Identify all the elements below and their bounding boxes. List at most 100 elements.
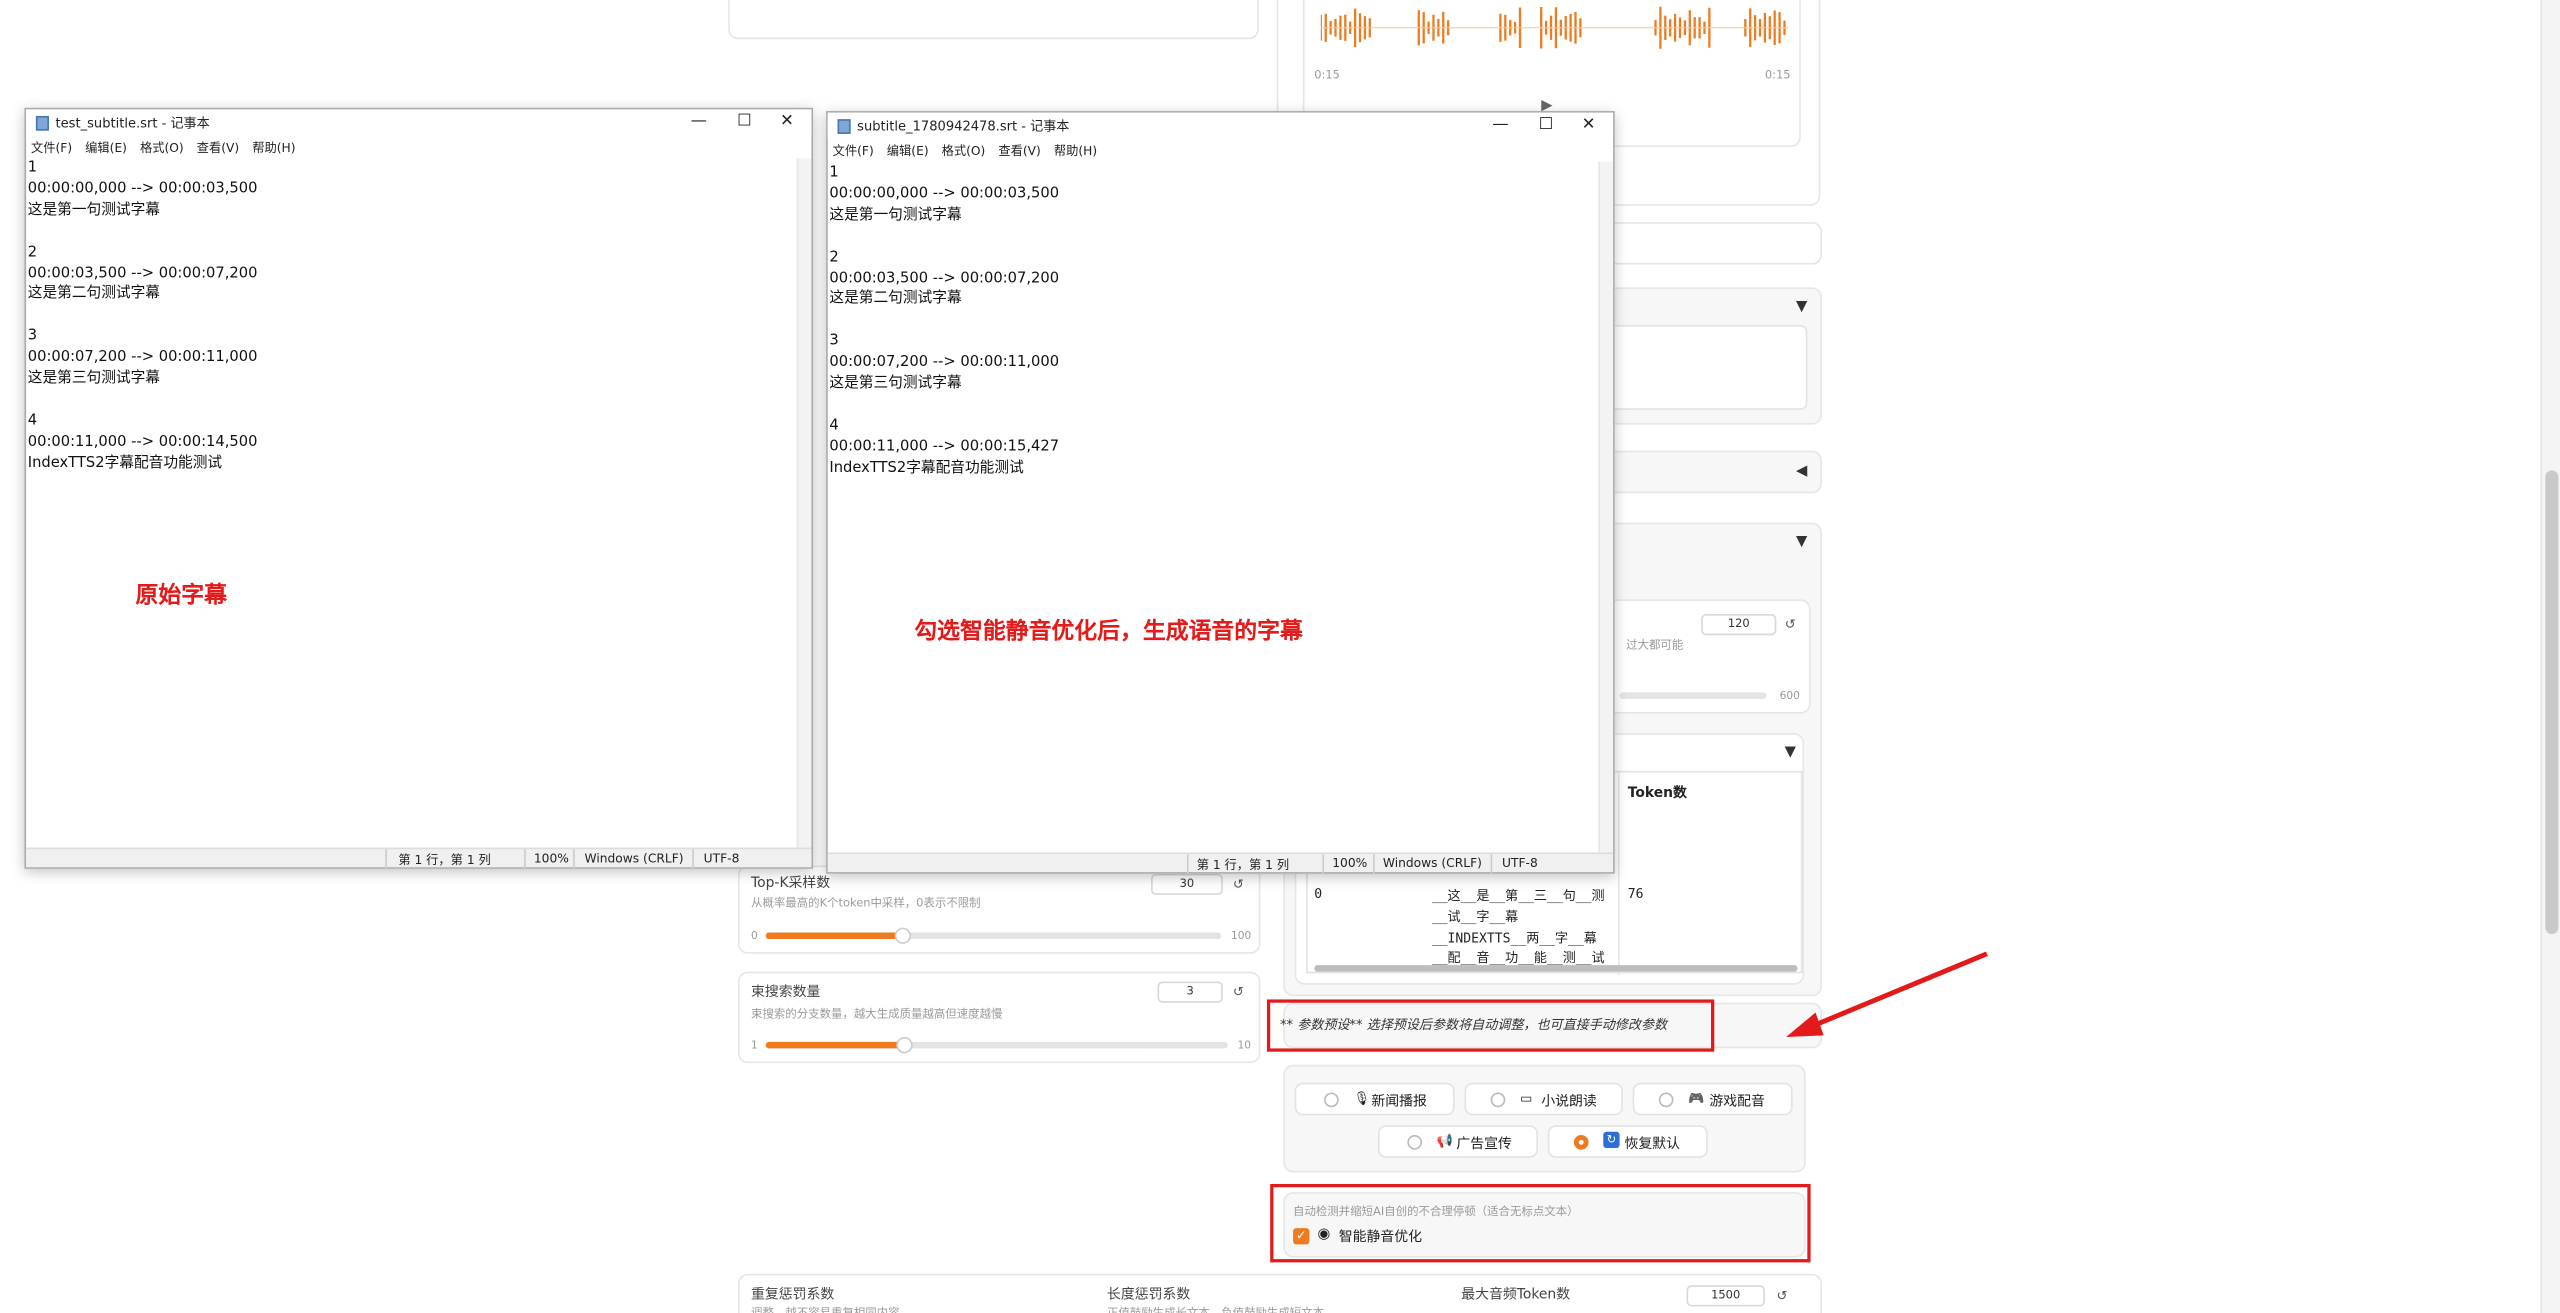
- maximize-icon[interactable]: ☐: [1525, 114, 1567, 137]
- rep-penalty-hint: 调整，越不容易重复相同内容: [751, 1306, 900, 1313]
- token-line: __INDEXTTS__两__字__幕: [1431, 930, 1597, 945]
- topk-slider[interactable]: [765, 927, 1222, 944]
- len-penalty-hint: 正值鼓励生成长文本，负值鼓励生成短文本: [1106, 1306, 1325, 1313]
- notepad-text-area[interactable]: 1 00:00:00,000 --> 00:00:03,500 这是第一句测试字…: [28, 158, 795, 844]
- topk-hint: 从概率最高的K个token中采样，0表示不限制: [751, 896, 981, 910]
- preset-ad[interactable]: 📢 广告宣传: [1377, 1125, 1538, 1158]
- notepad-statusbar: 第 1 行，第 1 列 100% Windows (CRLF) UTF-8: [827, 852, 1614, 874]
- restore-icon: ↻: [1603, 1131, 1620, 1149]
- beam-max: 10: [1237, 1038, 1252, 1052]
- menu-help[interactable]: 帮助(H): [1054, 144, 1097, 159]
- notepad-statusbar: 第 1 行，第 1 列 100% Windows (CRLF) UTF-8: [26, 847, 812, 869]
- menu-view[interactable]: 查看(V): [197, 140, 239, 155]
- notepad-menubar: 文件(F) 编辑(E) 格式(O) 查看(V) 帮助(H): [833, 142, 1111, 160]
- notepad-titlebar[interactable]: subtitle_1780942478.srt - 记事本 — ☐ ✕: [827, 112, 1614, 139]
- max-token-value[interactable]: 1500: [1686, 1285, 1765, 1307]
- token-count: 76: [1627, 886, 1644, 902]
- highlight-box-presets: [1266, 999, 1715, 1052]
- close-icon[interactable]: ✕: [766, 111, 808, 134]
- beam-slider[interactable]: [765, 1037, 1228, 1054]
- topk-value[interactable]: 30: [1151, 873, 1223, 895]
- preset-ad-label: 广告宣传: [1456, 1136, 1512, 1153]
- token-line: __这__是__第__三__句__测: [1431, 888, 1605, 904]
- beam-hint: 束搜索的分支数量，越大生成质量越高但速度越慢: [751, 1007, 1003, 1021]
- radio-novel[interactable]: [1490, 1092, 1506, 1108]
- status-eol: Windows (CRLF): [584, 850, 684, 866]
- status-zoom: 100%: [1332, 855, 1368, 871]
- token-line: __试__字__幕: [1431, 909, 1519, 924]
- minimize-icon[interactable]: —: [678, 111, 720, 134]
- preset-default[interactable]: ↻ 恢复默认: [1547, 1125, 1708, 1158]
- preset-game[interactable]: 🎮 游戏配音: [1632, 1082, 1793, 1116]
- minimize-icon[interactable]: —: [1479, 114, 1521, 137]
- chevron-down-icon[interactable]: ▼: [1796, 299, 1807, 315]
- right-slider-track[interactable]: [1619, 692, 1767, 699]
- notepad-scrollbar[interactable]: [796, 158, 812, 848]
- beam-min: 1: [751, 1038, 758, 1052]
- preset-news-label: 新闻播报: [1371, 1094, 1427, 1111]
- menu-file[interactable]: 文件(F): [833, 144, 874, 159]
- chevron-left-icon[interactable]: ◀: [1796, 464, 1807, 480]
- chevron-down-icon[interactable]: ▼: [1785, 745, 1796, 761]
- notepad-title: subtitle_1780942478.srt - 记事本: [857, 119, 1070, 134]
- beam-slider-handle[interactable]: [896, 1037, 913, 1054]
- status-encoding: UTF-8: [703, 850, 740, 866]
- close-icon[interactable]: ✕: [1567, 114, 1609, 137]
- menu-format[interactable]: 格式(O): [140, 140, 184, 155]
- token-column-header: Token数: [1627, 785, 1687, 802]
- topk-slider-fill: [765, 932, 903, 940]
- page-scrollbar-thumb[interactable]: [2545, 470, 2559, 935]
- len-penalty-label: 长度惩罚系数: [1106, 1286, 1191, 1304]
- preset-novel[interactable]: ▭ 小说朗读: [1464, 1082, 1623, 1116]
- radio-news[interactable]: [1324, 1092, 1339, 1108]
- preset-game-label: 游戏配音: [1709, 1094, 1765, 1111]
- radio-ad[interactable]: [1407, 1134, 1423, 1150]
- row-index: 0: [1314, 886, 1323, 902]
- notepad-window-original: test_subtitle.srt - 记事本 — ☐ ✕ 文件(F) 编辑(E)…: [24, 107, 814, 869]
- gamepad-icon: 🎮: [1688, 1090, 1705, 1106]
- preset-news[interactable]: 🎙 新闻播报: [1294, 1082, 1455, 1116]
- preset-novel-label: 小说朗读: [1541, 1094, 1597, 1111]
- menu-file[interactable]: 文件(F): [31, 140, 72, 155]
- menu-format[interactable]: 格式(O): [942, 144, 986, 159]
- right-slider-value[interactable]: 120: [1701, 614, 1777, 636]
- token-list: __这__是__第__三__句__测 __试__字__幕 __INDEXTTS_…: [1432, 887, 1605, 971]
- reset-icon[interactable]: ↺: [1780, 614, 1801, 635]
- microphone-icon: 🎙: [1353, 1090, 1371, 1106]
- menu-edit[interactable]: 编辑(E): [887, 144, 929, 159]
- menu-edit[interactable]: 编辑(E): [85, 140, 127, 155]
- reset-icon[interactable]: ↺: [1228, 981, 1249, 1002]
- notepad-text-area[interactable]: 1 00:00:00,000 --> 00:00:03,500 这是第一句测试字…: [829, 163, 1596, 849]
- reset-icon[interactable]: ↺: [1228, 874, 1249, 895]
- topk-max: 100: [1231, 929, 1252, 943]
- radio-default[interactable]: [1573, 1134, 1589, 1150]
- beam-card: 束搜索数量 束搜索的分支数量，越大生成质量越高但速度越慢 3 ↺ 1 10: [737, 971, 1261, 1064]
- beam-label: 束搜索数量: [751, 984, 821, 1002]
- reset-icon[interactable]: ↺: [1771, 1285, 1792, 1306]
- table-scrollbar[interactable]: [1314, 965, 1798, 972]
- notepad-titlebar[interactable]: test_subtitle.srt - 记事本 — ☐ ✕: [26, 109, 812, 136]
- right-slider-max: 600: [1779, 689, 1800, 703]
- preset-default-label: 恢复默认: [1624, 1136, 1681, 1153]
- red-arrow-icon: [1786, 951, 1988, 1038]
- notepad-title: test_subtitle.srt - 记事本: [55, 115, 210, 131]
- menu-view[interactable]: 查看(V): [998, 144, 1040, 159]
- status-position: 第 1 行，第 1 列: [1196, 857, 1290, 873]
- notepad-icon: [837, 119, 851, 134]
- status-zoom: 100%: [533, 850, 569, 866]
- bottom-params: 重复惩罚系数 调整，越不容易重复相同内容 长度惩罚系数 正值鼓励生成长文本，负值…: [737, 1273, 1823, 1313]
- preset-group: 🎙 新闻播报 ▭ 小说朗读 🎮 游戏配音 📢 广告宣传 ↻ 恢复默认: [1283, 1064, 1806, 1173]
- beam-value[interactable]: 3: [1157, 981, 1223, 1003]
- topk-label: Top-K采样数: [751, 875, 831, 892]
- notepad-scrollbar[interactable]: [1598, 161, 1614, 853]
- menu-help[interactable]: 帮助(H): [252, 140, 295, 155]
- status-encoding: UTF-8: [1502, 855, 1538, 871]
- notepad-icon: [35, 115, 49, 131]
- topk-slider-handle[interactable]: [894, 927, 911, 944]
- rep-penalty-label: 重复惩罚系数: [751, 1286, 835, 1304]
- page-scrollbar[interactable]: [2540, 0, 2560, 1313]
- chevron-down-icon[interactable]: ▼: [1796, 534, 1807, 550]
- radio-game[interactable]: [1658, 1092, 1674, 1108]
- highlight-box-silence: [1270, 1183, 1811, 1263]
- maximize-icon[interactable]: ☐: [723, 111, 765, 134]
